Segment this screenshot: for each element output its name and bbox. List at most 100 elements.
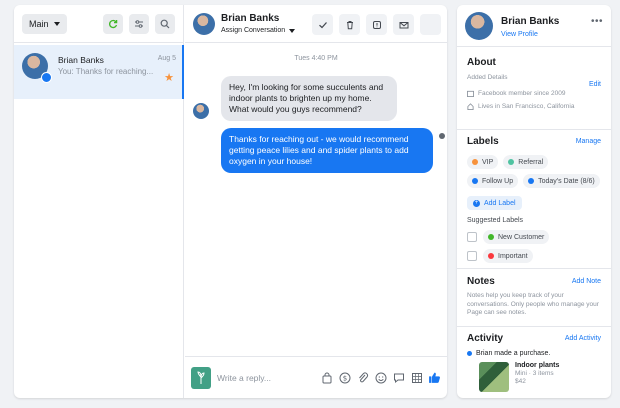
label-name: Important: [498, 252, 528, 260]
plant-icon: [197, 370, 205, 384]
more-options-icon[interactable]: •••: [591, 16, 603, 27]
saved-reply-icon[interactable]: [392, 371, 405, 384]
conversation-list-item[interactable]: Brian Banks You: Thanks for reaching... …: [14, 45, 184, 99]
conversation-name: Brian Banks: [58, 55, 104, 65]
message-timestamp: Tues 4:40 PM: [294, 55, 338, 62]
inbox-filter-dropdown[interactable]: Main: [22, 13, 67, 34]
added-details-label: Added Details: [467, 74, 508, 81]
profile-header: Brian Banks View Profile •••: [457, 5, 611, 47]
profile-name: Brian Banks: [501, 16, 560, 27]
thumbs-up-icon[interactable]: [428, 371, 441, 384]
suggested-label-checkbox[interactable]: [467, 232, 477, 242]
refresh-button[interactable]: [103, 13, 123, 34]
add-label-button[interactable]: + Add Label: [467, 196, 522, 210]
inbox-panel: Main Brian Banks You: Thanks for reachin…: [14, 5, 447, 398]
about-title: About: [467, 57, 496, 68]
avatar: [193, 103, 209, 119]
product-price: $42: [515, 378, 526, 385]
conversation-list-column: Main Brian Banks You: Thanks for reachin…: [14, 5, 184, 398]
home-icon: [467, 103, 474, 110]
view-profile-link[interactable]: View Profile: [501, 31, 538, 38]
chevron-down-icon: [53, 21, 60, 26]
list-toolbar: Main: [14, 5, 183, 43]
added-details: Added Details: [467, 74, 601, 81]
thread-actions: [312, 14, 441, 35]
calendar-icon: [467, 90, 474, 97]
attachment-icon[interactable]: [356, 371, 369, 384]
suggested-label-row: New Customer: [467, 230, 601, 244]
more-actions-button[interactable]: [420, 14, 441, 35]
label-chip[interactable]: VIP: [467, 155, 499, 169]
assign-conversation-dropdown[interactable]: Assign Conversation: [221, 27, 296, 34]
refresh-icon: [109, 19, 118, 28]
suggested-label-checkbox[interactable]: [467, 251, 477, 261]
message-thread: Brian Banks Assign Conversation Tues 4:4…: [185, 5, 447, 398]
page-logo-button[interactable]: [191, 366, 211, 389]
label-dot: [488, 253, 494, 259]
conversation-preview: You: Thanks for reaching...: [58, 67, 154, 76]
label-dot: [472, 178, 478, 184]
bag-icon[interactable]: [320, 371, 333, 384]
edit-about-link[interactable]: Edit: [589, 81, 601, 88]
thread-header: Brian Banks Assign Conversation: [185, 5, 447, 43]
mark-unread-button[interactable]: [393, 14, 414, 35]
suggested-label-row: Important: [467, 249, 601, 263]
purchase-card[interactable]: Indoor plants Mini · 3 items $42: [479, 362, 601, 392]
labels-section: Labels Manage VIP Referral Follow Up Tod…: [457, 136, 611, 263]
conversation-date: Aug 5: [157, 55, 176, 62]
trash-icon: [346, 20, 353, 29]
svg-text:$: $: [342, 374, 346, 382]
add-label-wrap: + Add Label: [467, 196, 601, 210]
composer-tools: $: [320, 371, 441, 384]
activity-event-text: Brian made a purchase.: [476, 350, 551, 357]
location-row: Lives in San Francisco, California: [467, 103, 601, 110]
checkmark-icon: [318, 21, 327, 28]
label-chip[interactable]: Today's Date (8/6): [523, 174, 600, 188]
notes-help-text: Notes help you keep track of your conver…: [467, 292, 599, 316]
plus-icon: +: [473, 199, 480, 207]
alert-icon: [372, 20, 381, 29]
activity-event: Brian made a purchase.: [467, 350, 601, 357]
label-name: VIP: [482, 158, 494, 166]
suggested-label-chip[interactable]: Important: [483, 249, 533, 263]
mark-done-button[interactable]: [312, 14, 333, 35]
customer-info-panel: Brian Banks View Profile ••• About Added…: [457, 5, 611, 398]
sliders-icon: [135, 19, 143, 28]
inbox-filter-label: Main: [29, 18, 49, 29]
label-chip[interactable]: Referral: [503, 155, 549, 169]
label-chip[interactable]: Follow Up: [467, 174, 519, 188]
label-name: New Customer: [498, 233, 545, 241]
add-note-link[interactable]: Add Note: [572, 278, 601, 285]
label-dot: [508, 159, 515, 165]
notes-section: Notes Add Note Notes help you keep track…: [457, 276, 611, 318]
label-dot: [488, 234, 494, 240]
label-dot: [472, 159, 478, 165]
reply-input[interactable]: Write a reply...: [217, 373, 320, 383]
search-icon: [160, 19, 170, 28]
location: Lives in San Francisco, California: [478, 103, 575, 110]
label-row: VIP Referral: [467, 155, 601, 169]
label-dot: [528, 178, 535, 184]
mark-spam-button[interactable]: [366, 14, 387, 35]
add-label-text: Add Label: [484, 199, 516, 207]
thread-contact-name: Brian Banks: [221, 13, 280, 24]
add-activity-link[interactable]: Add Activity: [565, 335, 601, 342]
dollar-icon[interactable]: $: [338, 371, 351, 384]
search-button[interactable]: [155, 13, 175, 34]
emoji-icon[interactable]: [374, 371, 387, 384]
chevron-down-icon: [289, 28, 296, 33]
delete-button[interactable]: [339, 14, 360, 35]
assign-conversation-label: Assign Conversation: [221, 27, 286, 34]
composer: Write a reply... $: [185, 356, 447, 398]
member-since-row: Facebook member since 2009: [467, 90, 601, 97]
filter-settings-button[interactable]: [129, 13, 149, 34]
seen-indicator-icon: [439, 133, 445, 139]
suggested-label-chip[interactable]: New Customer: [483, 230, 550, 244]
star-icon[interactable]: ★: [164, 71, 174, 84]
divider: [457, 326, 611, 327]
divider: [457, 129, 611, 130]
messenger-badge-icon: [41, 72, 52, 83]
avatar: [193, 13, 215, 35]
manage-labels-link[interactable]: Manage: [576, 138, 601, 145]
grid-icon[interactable]: [410, 371, 423, 384]
